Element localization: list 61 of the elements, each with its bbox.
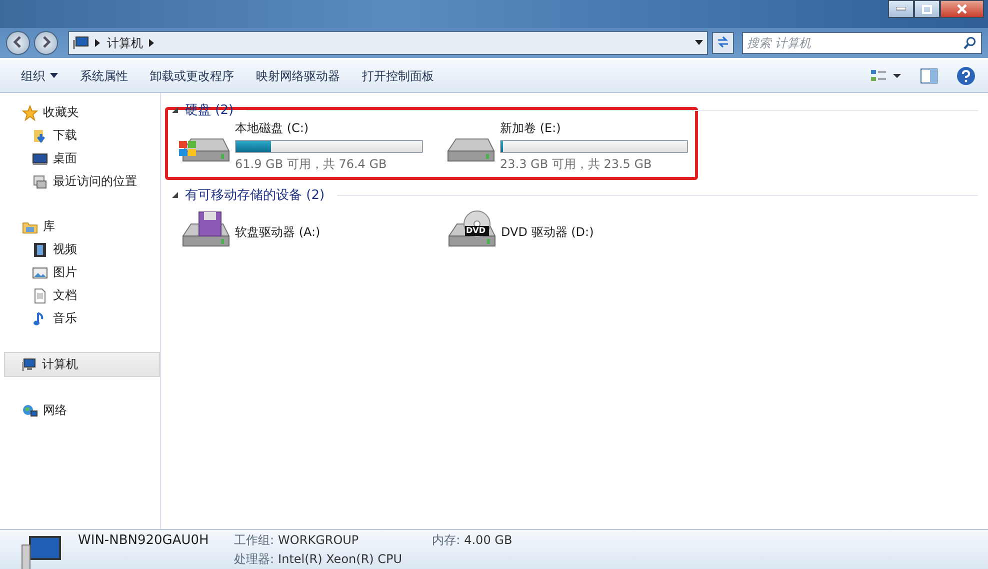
nav-item[interactable]: 库 bbox=[0, 215, 160, 238]
computer-icon bbox=[73, 36, 89, 50]
maximize-icon bbox=[922, 4, 932, 14]
drive-name[interactable]: 新加卷 (E:) bbox=[500, 120, 688, 137]
preview-pane-icon[interactable] bbox=[920, 68, 938, 84]
nav-icon bbox=[32, 242, 48, 258]
breadcrumb-arrow-icon[interactable] bbox=[149, 39, 155, 47]
view-options-icon[interactable] bbox=[870, 68, 904, 84]
nav-item[interactable]: 网络 bbox=[0, 399, 160, 422]
breadcrumb[interactable]: 计算机 bbox=[107, 34, 143, 52]
dropdown-caret-icon[interactable] bbox=[695, 40, 703, 46]
nav-icon bbox=[32, 264, 48, 280]
nav-icon bbox=[22, 104, 38, 120]
nav-icon bbox=[32, 288, 48, 304]
minimize-button[interactable] bbox=[888, 0, 914, 18]
drive-name[interactable]: 软盘驱动器 (A:) bbox=[235, 224, 320, 240]
group-header[interactable]: 有可移动存储的设备 (2) bbox=[171, 186, 978, 204]
field-label: 内存: bbox=[432, 533, 460, 549]
nav-item[interactable]: 文档 bbox=[0, 284, 160, 307]
field-value: WORKGROUP bbox=[278, 533, 359, 549]
forward-button[interactable] bbox=[34, 31, 58, 55]
nav-icon bbox=[32, 174, 48, 190]
search-icon bbox=[963, 36, 977, 50]
nav-item[interactable]: 计算机 bbox=[4, 352, 160, 377]
help-icon[interactable] bbox=[956, 66, 976, 86]
field-label: 处理器: bbox=[234, 552, 274, 568]
nav-icon bbox=[21, 356, 37, 372]
nav-icon bbox=[22, 402, 38, 418]
field-value: 4.00 GB bbox=[464, 533, 512, 549]
breadcrumb-arrow-icon[interactable] bbox=[95, 39, 101, 47]
nav-item[interactable]: 音乐 bbox=[0, 307, 160, 330]
refresh-icon bbox=[716, 34, 730, 48]
toolbar-button[interactable]: 打开控制面板 bbox=[353, 64, 443, 88]
close-icon bbox=[957, 4, 967, 14]
drive-name[interactable]: 本地磁盘 (C:) bbox=[235, 120, 423, 137]
computer-name: WIN-NBN920GAU0H bbox=[78, 533, 210, 550]
toolbar-button[interactable]: 组织 bbox=[12, 64, 67, 88]
drive-space: 61.9 GB 可用，共 76.4 GB bbox=[235, 156, 388, 173]
close-button[interactable] bbox=[940, 0, 984, 18]
nav-item[interactable]: 收藏夹 bbox=[0, 101, 160, 124]
nav-item[interactable]: 下载 bbox=[0, 124, 160, 147]
nav-icon bbox=[32, 150, 48, 166]
nav-item[interactable]: 桌面 bbox=[0, 147, 160, 170]
minimize-icon bbox=[896, 7, 906, 11]
toolbar-button[interactable]: 卸载或更改程序 bbox=[141, 64, 243, 88]
address-bar[interactable]: 计算机 bbox=[68, 31, 708, 55]
computer-icon bbox=[20, 533, 64, 569]
maximize-button[interactable] bbox=[914, 0, 940, 18]
nav-icon bbox=[32, 128, 48, 144]
field-value: Intel(R) Xeon(R) CPU bbox=[278, 552, 402, 568]
drive-name[interactable]: DVD 驱动器 (D:) bbox=[501, 224, 594, 240]
nav-item[interactable]: 图片 bbox=[0, 261, 160, 284]
nav-item[interactable]: 视频 bbox=[0, 238, 160, 261]
toolbar-button[interactable]: 映射网络驱动器 bbox=[247, 64, 349, 88]
search-field[interactable]: 搜索 计算机 bbox=[742, 32, 982, 54]
nav-item[interactable]: 最近访问的位置 bbox=[0, 170, 160, 193]
refresh-button[interactable] bbox=[712, 32, 734, 54]
drive-space: 23.3 GB 可用，共 23.5 GB bbox=[500, 156, 653, 173]
field-label: 工作组: bbox=[234, 533, 274, 549]
back-button[interactable] bbox=[6, 31, 30, 55]
toolbar-button[interactable]: 系统属性 bbox=[71, 64, 137, 88]
